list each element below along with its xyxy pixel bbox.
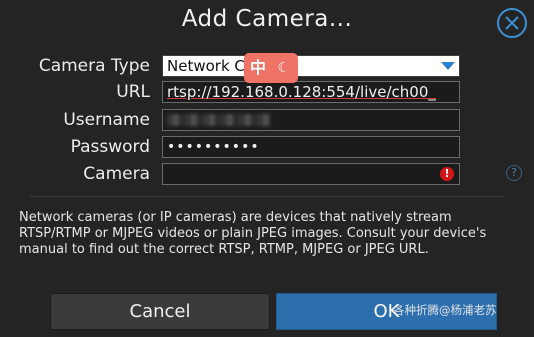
camera-select[interactable]: ! [162,163,460,185]
add-camera-dialog: Add Camera... Camera Type Network C URL … [0,0,534,337]
camera-type-select[interactable]: Network C [162,55,460,77]
username-label: Username [63,110,150,130]
username-input[interactable] [162,109,460,131]
moon-icon: ☾ [277,60,290,76]
password-input[interactable]: •••••••••• [162,136,460,158]
watermark: 各种折腾@杨浦老苏 [393,303,497,317]
camera-type-label: Camera Type [38,56,150,76]
error-icon: ! [440,167,454,181]
password-label: Password [70,137,150,157]
url-label: URL [116,82,150,102]
url-input[interactable]: rtsp://192.168.0.128:554/live/ch00_ [162,81,460,103]
close-button[interactable] [497,8,527,38]
camera-type-value: Network C [167,57,245,75]
ime-label: 中 [250,58,267,77]
redacted-username [167,114,271,126]
camera-label: Camera [83,164,150,184]
password-value: •••••••••• [167,139,260,155]
dialog-title: Add Camera... [181,6,353,32]
url-value: rtsp://192.168.0.128:554/live/ch00_ [167,83,436,101]
description-text: Network cameras (or IP cameras) are devi… [19,210,487,257]
close-icon [505,16,519,30]
help-icon[interactable]: ? [506,165,522,181]
ime-indicator[interactable]: 中 ☾ [244,53,298,83]
chevron-down-icon [441,62,455,70]
divider [30,196,504,197]
cancel-button[interactable]: Cancel [50,293,270,330]
